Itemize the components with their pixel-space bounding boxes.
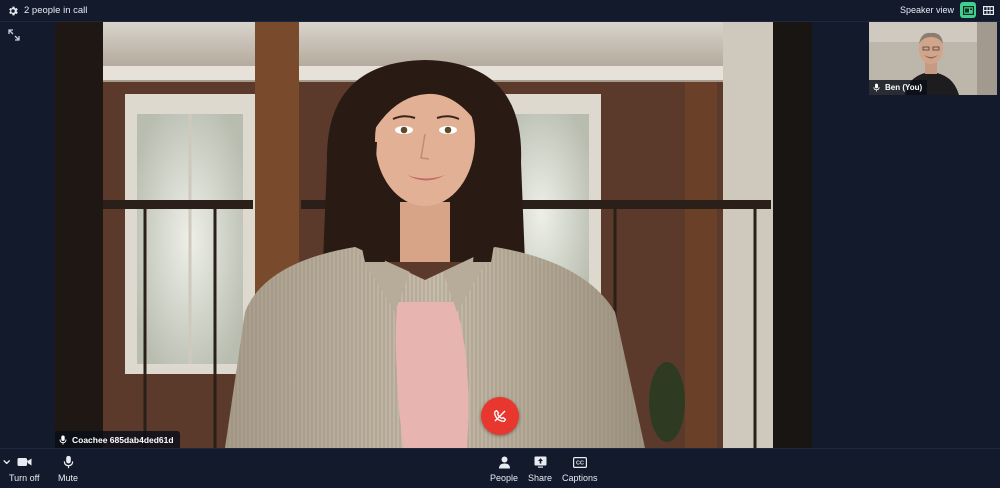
camera-toggle-label: Turn off — [9, 473, 40, 483]
participant-video-frame — [55, 22, 812, 448]
people-button[interactable]: People — [490, 452, 518, 483]
screen-share-icon — [534, 456, 547, 468]
speaker-view-button[interactable] — [960, 2, 976, 18]
camera-toggle-button[interactable]: Turn off — [9, 452, 40, 483]
main-participant-name-tag: Coachee 685dab4ded61d — [55, 431, 180, 448]
captions-label: Captions — [562, 473, 598, 483]
svg-text:CC: CC — [576, 460, 584, 466]
participant-count: 2 people in call — [24, 5, 88, 16]
microphone-icon — [873, 83, 880, 92]
main-participant-video[interactable] — [55, 22, 812, 448]
microphone-icon — [59, 435, 67, 444]
settings-button[interactable] — [3, 1, 23, 21]
mute-button[interactable]: Mute — [58, 452, 78, 483]
self-name: Ben (You) — [885, 83, 923, 92]
self-video-tile[interactable]: Ben (You) — [869, 22, 997, 95]
self-name-tag: Ben (You) — [869, 80, 928, 95]
top-bar: 2 people in call Speaker view — [0, 0, 1000, 22]
expand-icon — [8, 29, 20, 41]
view-mode-label: Speaker view — [899, 5, 954, 15]
captions-button[interactable]: CC Captions — [562, 452, 598, 483]
share-label: Share — [528, 473, 553, 483]
microphone-icon — [63, 455, 73, 469]
video-camera-icon — [17, 458, 32, 466]
gear-icon — [9, 6, 18, 15]
person-icon — [498, 456, 510, 468]
mute-label: Mute — [58, 473, 79, 483]
share-button[interactable]: Share — [528, 452, 552, 483]
grid-view-button[interactable] — [980, 2, 996, 18]
grid-view-icon — [982, 5, 994, 15]
speaker-view-icon — [962, 5, 974, 15]
hangup-button[interactable] — [481, 397, 519, 435]
bottom-toolbar: Turn off ⌄ Mute ⌄ People — [0, 448, 1000, 488]
video-stage: Coachee 685dab4ded61d Ben (You) — [0, 22, 1000, 448]
people-label: People — [490, 473, 519, 483]
phone-hangup-icon — [494, 409, 507, 423]
fullscreen-button[interactable] — [7, 28, 21, 42]
main-participant-name: Coachee 685dab4ded61d — [72, 434, 174, 445]
closed-captions-icon: CC — [572, 456, 587, 468]
